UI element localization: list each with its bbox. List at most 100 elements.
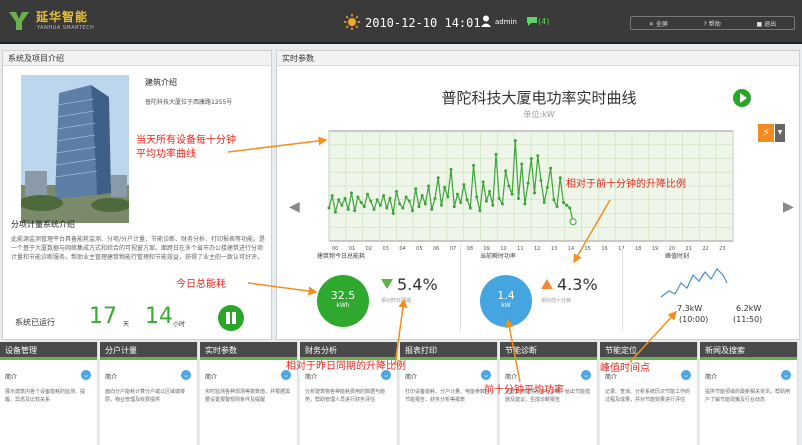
data-point	[459, 201, 463, 204]
x-tick-label: 06	[433, 246, 439, 252]
module-card[interactable]: 新闻及搜索 简介 ⌄ 提供节能领域的最新相关资讯，帮助用户了解节能政策及行业动态	[700, 342, 798, 445]
message-icon[interactable]	[527, 17, 537, 26]
module-title[interactable]: 实时参数	[200, 342, 297, 360]
system-intro-title: 分项计量系统介绍	[11, 220, 75, 229]
data-point	[414, 187, 418, 191]
energy-today-value: 32.5	[330, 289, 356, 302]
arrow-up-icon	[541, 279, 553, 289]
data-point	[330, 194, 334, 198]
module-intro-label: 简介	[505, 374, 518, 381]
module-title[interactable]: 设备管理	[0, 342, 97, 360]
data-point	[404, 195, 408, 199]
data-point	[407, 199, 411, 203]
x-tick-label: 05	[416, 246, 422, 252]
pause-icon[interactable]	[218, 305, 244, 331]
chevron-down-icon[interactable]: ⌄	[481, 370, 491, 380]
data-point	[372, 207, 376, 211]
exit-button[interactable]: ■ 退出	[757, 19, 777, 28]
data-point	[494, 152, 498, 156]
data-point	[375, 198, 379, 202]
energy-change-pct: 5.4%	[397, 275, 438, 294]
current-datetime: 2010-12-10 14:01	[365, 16, 481, 30]
realtime-panel: 实时参数 普陀科技大厦电功率实时曲线 单位:kW ⚡ ▼ ◀ ▶ 00 01 02 0…	[276, 50, 800, 340]
x-tick-label: 04	[399, 246, 405, 252]
chevron-down-icon[interactable]: ⌄	[581, 370, 591, 380]
x-tick-label: 23	[719, 246, 725, 252]
peak1-value: 7.3kW	[677, 304, 703, 313]
data-point	[549, 166, 553, 170]
running-label: 系统已运行	[15, 318, 55, 327]
data-point	[539, 179, 543, 182]
data-point	[497, 196, 501, 200]
data-point	[513, 139, 517, 143]
module-card[interactable]: 节能定位 简介 ⌄ 记录、查询、分析系统历次节能工作的过程及成果，并对节能效果进行评估	[600, 342, 698, 445]
chevron-down-icon[interactable]: ⌄	[81, 370, 91, 380]
divider	[622, 245, 623, 331]
current-power-title: 当前瞬时功率	[480, 253, 517, 260]
data-point	[481, 180, 485, 184]
sun-icon	[344, 14, 360, 30]
data-point	[433, 196, 437, 200]
data-point	[420, 194, 424, 198]
message-count[interactable]: (4)	[538, 17, 549, 26]
module-description: 打印设备能耗、分户计量、电能参数、节能报告，财务分析等报表	[405, 389, 491, 403]
current-power-unit: kW	[501, 302, 511, 309]
module-nav: 设备管理 简介 ⌄ 展示建筑内各个设备能耗的监测、提醒、异态及比较关系 分户计量 简介 ⌄ 面…	[0, 342, 802, 445]
module-intro-label: 简介	[205, 374, 218, 381]
x-tick-label: 13	[551, 246, 557, 252]
module-title[interactable]: 报表打印	[400, 342, 497, 360]
module-title[interactable]: 财务分析	[300, 342, 397, 360]
project-intro-panel: 系统及项目介绍 建筑介绍 普陀科技大厦位于西康路1255号 分项计量系统介绍 此…	[2, 50, 272, 340]
module-title[interactable]: 新闻及搜索	[700, 342, 797, 360]
building-image	[21, 75, 129, 223]
module-title[interactable]: 分户计量	[100, 342, 197, 360]
module-card[interactable]: 设备管理 简介 ⌄ 展示建筑内各个设备能耗的监测、提醒、异态及比较关系	[0, 342, 98, 445]
module-title[interactable]: 节能诊断	[500, 342, 597, 360]
data-point	[507, 184, 511, 188]
module-title[interactable]: 节能定位	[600, 342, 697, 360]
data-point	[500, 202, 504, 206]
chevron-down-icon[interactable]: ⌄	[781, 370, 791, 380]
fullscreen-button[interactable]: ✕ 全屏	[649, 19, 668, 28]
data-point	[439, 203, 443, 207]
help-button[interactable]: ? 帮助	[704, 19, 721, 28]
x-tick-label: 03	[383, 246, 389, 252]
module-card[interactable]: 分户计量 简介 ⌄ 面向分户能耗计算分户或以区域或楼层，物业管理及收费提供	[100, 342, 198, 445]
current-power-circle: 1.4 kW	[480, 275, 532, 327]
data-point	[472, 163, 476, 167]
data-point	[569, 218, 577, 226]
data-point	[369, 199, 373, 203]
data-point	[545, 185, 549, 189]
annotation-yoy-change: 相对于昨日同期的升降比例	[286, 361, 406, 372]
data-point	[529, 157, 533, 160]
running-hours: 14	[145, 304, 173, 329]
data-point	[516, 196, 520, 200]
x-tick-label: 02	[366, 246, 372, 252]
data-point	[327, 206, 331, 210]
peak2-value: 6.2kW	[736, 304, 762, 313]
user-icon[interactable]	[481, 15, 491, 27]
chevron-down-icon[interactable]: ⌄	[181, 370, 191, 380]
chevron-down-icon[interactable]: ⌄	[681, 370, 691, 380]
data-point	[411, 209, 415, 213]
data-point	[455, 192, 459, 196]
data-point	[388, 196, 392, 200]
x-tick-label: 15	[585, 246, 591, 252]
building-intro-title: 建筑介绍	[145, 78, 177, 87]
peak-title: 峰值时刻	[665, 253, 690, 260]
module-card[interactable]: 实时参数 简介 ⌄ 实时监测各种现场等数数值，并根据需要设置报警规则条件及提醒	[200, 342, 298, 445]
data-point	[333, 210, 337, 214]
data-point	[510, 192, 514, 196]
username[interactable]: admin	[495, 18, 517, 26]
module-card[interactable]: 财务分析 简介 ⌄ 分析建筑物各种能耗费用的数据与趋势，帮助管理人员进行财务评估	[300, 342, 398, 445]
data-point	[343, 196, 347, 200]
x-tick-label: 22	[702, 246, 708, 252]
x-tick-label: 16	[601, 246, 607, 252]
annotation-total-energy: 今日总能耗	[176, 279, 226, 290]
data-point	[523, 202, 527, 206]
module-intro-label: 简介	[105, 374, 118, 381]
data-point	[337, 198, 341, 202]
x-tick-label: 12	[534, 246, 540, 252]
energy-change-caption: 相对昨日同期	[381, 298, 412, 304]
module-description: 分析建筑物各种能耗费用的数据与趋势，帮助管理人员进行财务评估	[305, 389, 386, 403]
